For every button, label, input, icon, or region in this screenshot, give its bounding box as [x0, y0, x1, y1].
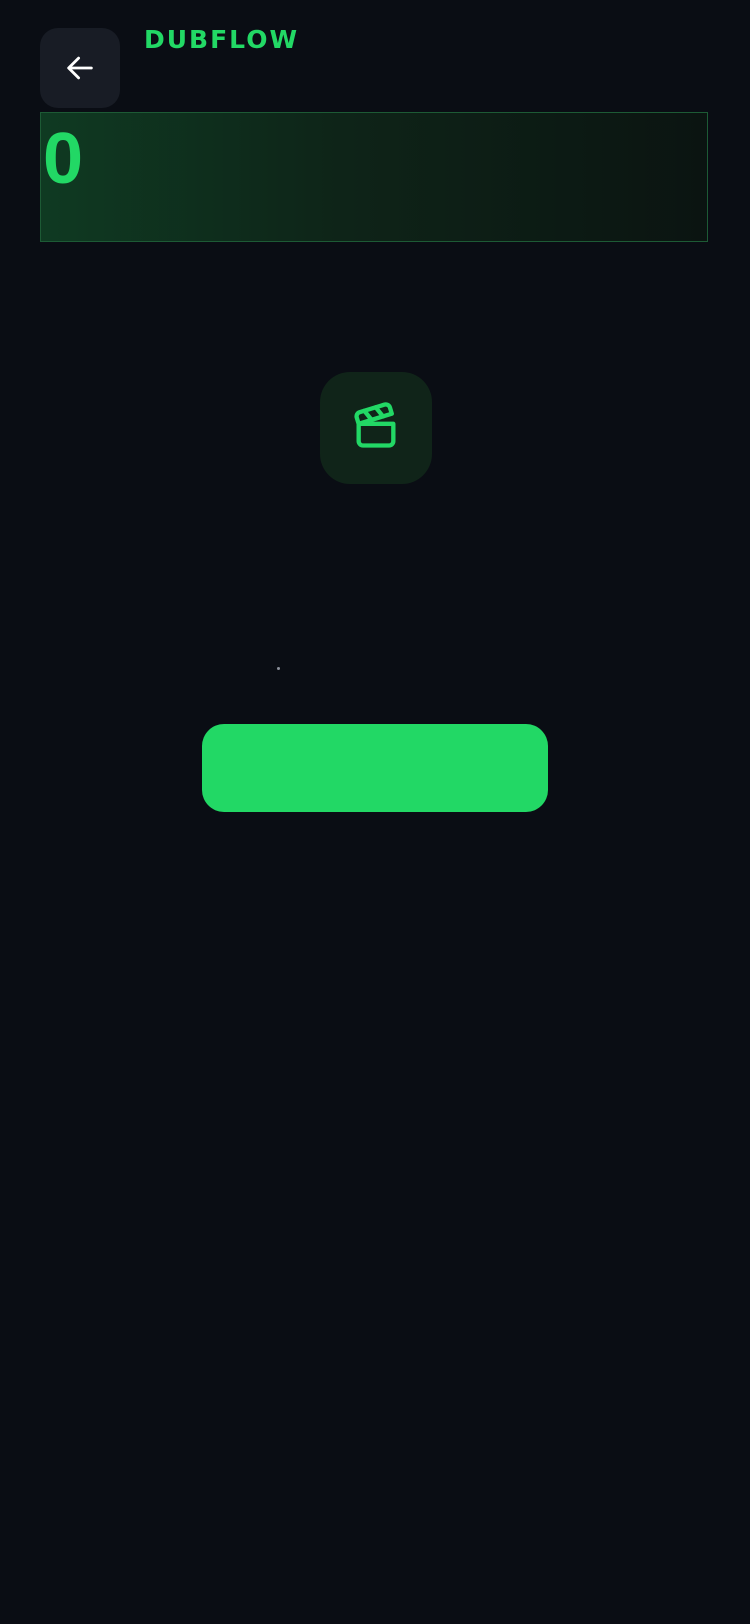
media-tile	[320, 372, 432, 484]
back-button[interactable]	[40, 28, 120, 108]
arrow-left-icon	[63, 51, 97, 85]
indicator-dot	[277, 667, 280, 670]
counter-panel: 0	[40, 112, 708, 242]
brand-title: DUBFLOW	[144, 25, 300, 54]
counter-value: 0	[43, 119, 84, 199]
clapperboard-icon	[350, 400, 402, 456]
primary-action-button[interactable]	[202, 724, 548, 812]
